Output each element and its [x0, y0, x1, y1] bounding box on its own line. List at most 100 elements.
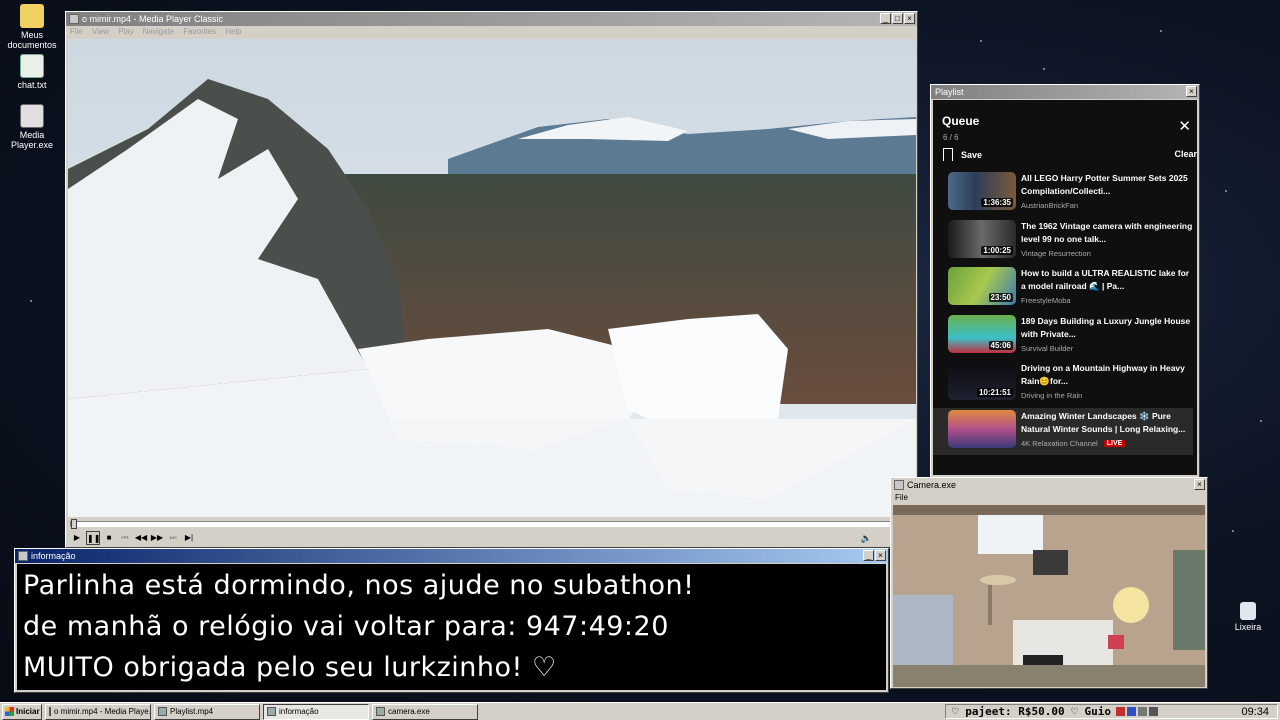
stop-button[interactable]: ■ [102, 531, 116, 545]
queue-item[interactable]: 23:50 How to build a ULTRA REALISTIC lak… [945, 265, 1193, 313]
maximize-button[interactable]: □ [892, 13, 903, 24]
queue-heading: Queue [942, 114, 980, 128]
taskbar-button-info[interactable]: informação [263, 703, 369, 720]
tray-volume-icon[interactable] [1148, 707, 1158, 716]
taskbar-button-camera[interactable]: camera.exe [372, 703, 478, 720]
duration-badge: 1:36:35 [981, 198, 1013, 207]
tray-app-icon[interactable] [1137, 707, 1147, 716]
previous-button[interactable]: ⏮ [118, 531, 132, 545]
video-frame[interactable] [68, 39, 916, 517]
fast-forward-button[interactable]: ▶▶ [150, 531, 164, 545]
queue-item[interactable]: 1:36:35 All LEGO Harry Potter Summer Set… [945, 170, 1193, 218]
duration-badge: 1:00:25 [981, 245, 1013, 255]
video-title: All LEGO Harry Potter Summer Sets 2025 C… [1021, 173, 1188, 196]
clock[interactable]: 09:34 [1241, 706, 1269, 718]
channel-name: Survival Builder [1021, 343, 1074, 353]
menu-file[interactable]: File [895, 493, 908, 502]
queue-item[interactable]: 45:06 189 Days Building a Luxury Jungle … [945, 313, 1193, 361]
menu-play[interactable]: Play [118, 26, 134, 38]
tray-app-icon[interactable] [1115, 707, 1125, 716]
channel-name: FreestyleMoba [1021, 296, 1071, 305]
desktop-icon-label: Meus documentos [7, 30, 57, 50]
windows-logo-icon [5, 707, 14, 716]
desktop-icon-chat[interactable]: chat.txt [0, 54, 64, 90]
playback-controls: ▶ ❚❚ ■ ⏮ ◀◀ ▶▶ ⏭ ▶| [70, 531, 196, 545]
menu-help[interactable]: Help [225, 26, 241, 38]
menu-navigate[interactable]: Navigate [143, 26, 175, 38]
info-titlebar[interactable]: informação _ × [15, 549, 888, 563]
taskbar-button-playlist[interactable]: Playlist.mp4 [154, 703, 260, 720]
media-player-titlebar[interactable]: o mimir.mp4 - Media Player Classic _ □ × [66, 12, 917, 26]
video-title: Driving on a Mountain Highway in Heavy R… [1021, 363, 1185, 386]
info-line-3: MUITO obrigada pelo seu lurkzinho! ♡ [23, 652, 557, 683]
desktop-icon-label: Media Player.exe [10, 130, 54, 150]
video-thumbnail: 1:36:35 [948, 172, 1016, 210]
video-thumbnail: 10:21:51 [948, 362, 1016, 400]
rewind-button[interactable]: ◀◀ [134, 531, 148, 545]
info-text-area: Parlinha está dormindo, nos ajude no sub… [17, 564, 886, 690]
camera-icon [894, 480, 904, 490]
video-title: The 1962 Vintage camera with engineering… [1021, 220, 1193, 244]
camera-feed [893, 505, 1205, 687]
desktop-icon-media-player[interactable]: Media Player.exe [0, 104, 64, 150]
desktop-icon-documents[interactable]: Meus documentos [0, 4, 64, 50]
info-line-1: Parlinha está dormindo, nos ajude no sub… [23, 570, 695, 601]
close-button[interactable]: × [1194, 479, 1205, 490]
duration-badge: 45:06 [988, 340, 1013, 350]
playlist-window[interactable]: Playlist × Queue ✕ 6 / 6 Save Clear 1:36… [930, 84, 1200, 478]
queue-item[interactable]: 10:21:51 Driving on a Mountain Highway i… [945, 360, 1193, 408]
pause-button[interactable]: ❚❚ [86, 531, 100, 545]
save-button[interactable]: Save [943, 148, 982, 161]
close-button[interactable]: × [875, 550, 886, 561]
video-thumbnail [948, 409, 1016, 448]
frame-step-button[interactable]: ▶| [182, 531, 196, 545]
start-button[interactable]: Iniciar [2, 703, 42, 720]
channel-name: Vintage Resurrection [1021, 248, 1091, 258]
camera-icon [376, 707, 385, 716]
playlist-titlebar[interactable]: Playlist × [931, 85, 1199, 99]
window-icon [18, 551, 28, 561]
text-file-icon [20, 54, 44, 78]
task-label: informação [279, 707, 319, 716]
tray-app-icon[interactable] [1126, 707, 1136, 716]
channel-name: AustrianBrickFan [1021, 201, 1079, 210]
seek-bar[interactable] [70, 519, 915, 529]
volume-icon[interactable]: 🔈 [861, 533, 872, 544]
camera-scene [893, 505, 1205, 687]
menu-file[interactable]: File [70, 26, 83, 38]
taskbar: Iniciar o mimir.mp4 - Media Playe... Pla… [0, 702, 1280, 720]
play-button[interactable]: ▶ [70, 531, 84, 545]
camera-window[interactable]: Camera.exe × File [890, 477, 1208, 689]
next-button[interactable]: ⏭ [166, 531, 180, 545]
close-button[interactable]: × [904, 13, 915, 24]
desktop-icon-label: Lixeira [1234, 622, 1262, 632]
close-icon[interactable]: ✕ [1178, 117, 1191, 135]
menu-view[interactable]: View [92, 26, 109, 38]
close-button[interactable]: × [1186, 86, 1197, 97]
bookmark-icon [943, 148, 953, 161]
media-player-icon [69, 14, 79, 24]
desktop-icon-recycle-bin[interactable]: Lixeira [1216, 602, 1280, 632]
live-badge: LIVE [1103, 439, 1126, 447]
queue-item-current[interactable]: Amazing Winter Landscapes ❄️ Pure Natura… [933, 407, 1193, 455]
taskbar-button-media-player[interactable]: o mimir.mp4 - Media Playe... [45, 703, 151, 720]
media-player-window[interactable]: o mimir.mp4 - Media Player Classic _ □ ×… [65, 11, 918, 548]
clear-button[interactable]: Clear [1174, 149, 1197, 159]
tray-donation-ticker: ♡ pajeet: R$50.00 ♡ Guio [952, 705, 1111, 718]
video-title: How to build a ULTRA REALISTIC lake for … [1021, 268, 1190, 291]
window-title: informação [31, 551, 76, 561]
minimize-button[interactable]: _ [880, 13, 891, 24]
window-title: Camera.exe [907, 480, 957, 490]
menu-favorites[interactable]: Favorites [183, 26, 216, 38]
save-label: Save [961, 149, 983, 160]
minimize-button[interactable]: _ [863, 550, 874, 561]
info-window[interactable]: informação _ × Parlinha está dormindo, n… [14, 548, 889, 693]
seek-thumb[interactable] [71, 519, 77, 529]
duration-badge: 10:21:51 [976, 388, 1013, 397]
desktop-icon-label: chat.txt [17, 80, 47, 90]
queue-item[interactable]: 1:00:25 The 1962 Vintage camera with eng… [945, 218, 1193, 266]
media-player-icon [49, 707, 51, 716]
camera-titlebar[interactable]: Camera.exe × [891, 478, 1207, 492]
queue-count: 6 / 6 [943, 133, 959, 142]
menu-bar: File View Play Navigate Favorites Help [66, 26, 917, 38]
